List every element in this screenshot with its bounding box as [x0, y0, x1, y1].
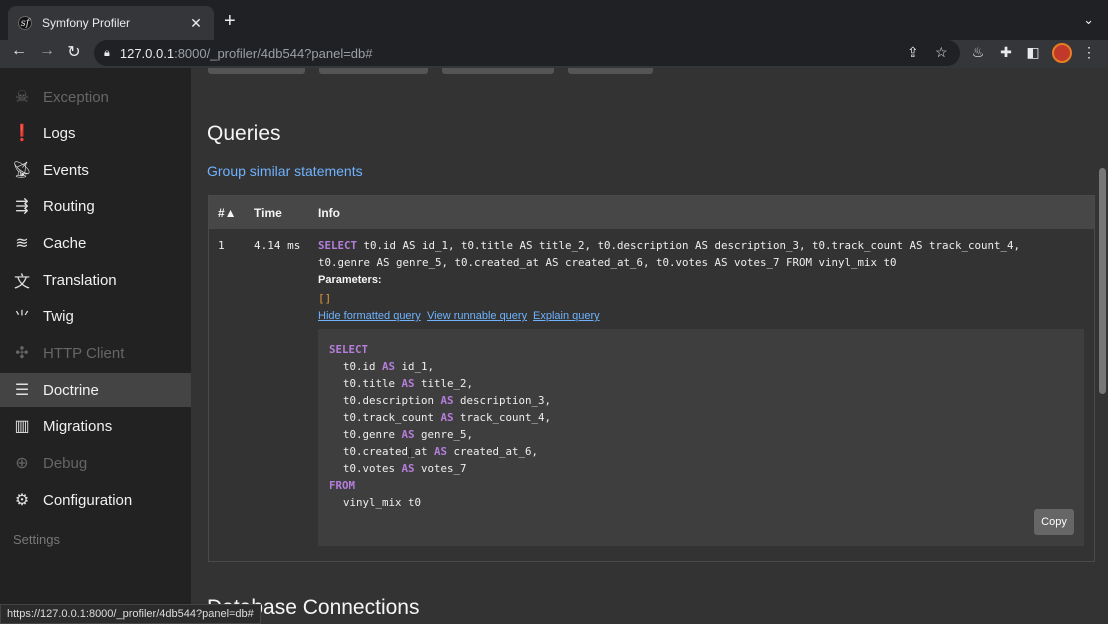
sidebar-item-label: Exception: [43, 88, 109, 106]
sidebar-item-label: HTTP Client: [43, 344, 125, 362]
settings-link[interactable]: Settings: [13, 532, 60, 547]
sidebar-item-label: Migrations: [43, 417, 113, 435]
sidebar-item-label: Routing: [43, 197, 95, 215]
code-line: t0.id AS id_1,: [343, 360, 435, 373]
view-runnable-query-link[interactable]: View runnable query: [427, 310, 527, 322]
browser-menu-icon[interactable]: ⋮: [1080, 44, 1098, 61]
browser-tab[interactable]: sf Symfony Profiler ✕: [8, 6, 214, 40]
profile-avatar[interactable]: [1052, 43, 1072, 63]
column-header-number[interactable]: #▲: [218, 206, 237, 220]
configuration-icon: ⚙: [14, 492, 30, 509]
sidebar-item-label: Events: [43, 161, 89, 179]
formatted-query-block: SELECT t0.id AS id_1, t0.title AS title_…: [318, 329, 1084, 546]
panel-tab-stub[interactable]: [442, 68, 554, 74]
profiler-sidebar: ☠ Exception ❗ Logs 📡︎ Events ⇶ Routing ≋…: [0, 68, 191, 624]
sidebar-item-http-client[interactable]: ✣ HTTP Client: [0, 336, 191, 370]
code-line: FROM: [329, 479, 356, 492]
code-line: t0.track_count AS track_count_4,: [343, 411, 552, 424]
browser-toolbar: ← → ↻ 🔒︎ 127.0.0.1:8000/_profiler/4db544…: [0, 40, 1108, 68]
sidebar-item-debug[interactable]: ⊕ Debug: [0, 446, 191, 480]
debug-icon: ⊕: [15, 455, 29, 472]
forward-arrow-icon[interactable]: →: [36, 42, 58, 60]
sidebar-item-routing[interactable]: ⇶ Routing: [0, 189, 191, 223]
sidebar-item-label: Translation: [43, 271, 117, 289]
main-panel: Queries Group similar statements #▲ Time…: [191, 68, 1108, 624]
lock-icon: 🔒︎: [104, 46, 110, 59]
share-icon[interactable]: ⇪: [907, 44, 919, 61]
new-tab-icon[interactable]: +: [224, 10, 236, 32]
sidebar-item-label: Debug: [43, 454, 88, 472]
sidebar-item-configuration[interactable]: ⚙ Configuration: [0, 483, 191, 517]
tab-close-icon[interactable]: ✕: [188, 15, 204, 32]
sidebar-item-doctrine[interactable]: ☰ Doctrine: [0, 373, 191, 407]
routing-icon: ⇶: [15, 198, 29, 215]
symfony-favicon-icon: sf: [18, 16, 32, 30]
tab-search-chevron-icon[interactable]: ⌄: [1083, 12, 1094, 28]
events-icon: 📡︎: [11, 162, 33, 179]
explain-query-link[interactable]: Explain query: [533, 310, 600, 322]
migrations-icon: ▥: [14, 418, 30, 435]
queries-heading: Queries: [207, 122, 281, 145]
translation-icon: 文: [13, 274, 30, 291]
bookmark-star-icon[interactable]: ☆: [935, 44, 948, 61]
code-line: t0.title AS title_2,: [343, 377, 474, 390]
doctrine-icon: ☰: [14, 382, 30, 399]
panel-tab-stub[interactable]: [319, 68, 428, 74]
parameters-value: []: [318, 292, 332, 305]
code-line: t0.genre AS genre_5,: [343, 428, 474, 441]
code-line: SELECT: [329, 343, 369, 356]
panel-tab-stub[interactable]: [568, 68, 653, 74]
column-header-time: Time: [254, 206, 282, 220]
sidebar-item-migrations[interactable]: ▥ Migrations: [0, 409, 191, 443]
panel-tab-stub[interactable]: [208, 68, 305, 74]
sidebar-item-logs[interactable]: ❗ Logs: [0, 116, 191, 150]
sidebar-item-label: Configuration: [43, 491, 133, 509]
sidebar-item-label: Twig: [43, 307, 74, 325]
logs-icon: ❗: [12, 125, 32, 142]
sidebar-item-translation[interactable]: 文 Translation: [0, 263, 191, 297]
sidebar-item-label: Logs: [43, 124, 76, 142]
sidebar-item-label: Doctrine: [43, 381, 99, 399]
code-line: t0.created_at AS created_at_6,: [343, 445, 539, 458]
twig-icon: ⺌: [13, 310, 30, 327]
sidebar-item-events[interactable]: 📡︎ Events: [0, 153, 191, 187]
hide-formatted-query-link[interactable]: Hide formatted query: [318, 310, 421, 322]
sidebar-item-cache[interactable]: ≋ Cache: [0, 226, 191, 260]
text-cursor-icon: I: [408, 445, 412, 461]
back-arrow-icon[interactable]: ←: [8, 42, 30, 60]
url-path: :8000/_profiler/4db544?panel=db#: [174, 45, 373, 61]
queries-table: #▲ Time Info 1 4.14 ms SELECT t0.id AS i…: [208, 195, 1095, 562]
sql-statement-line-2: t0.genre AS genre_5, t0.created_at AS cr…: [318, 256, 897, 269]
query-number: 1: [218, 239, 225, 252]
tab-title: Symfony Profiler: [42, 16, 131, 30]
extensions-puzzle-icon[interactable]: ✚: [997, 44, 1015, 61]
code-line: t0.description AS description_3,: [343, 394, 552, 407]
sql-statement-line-1: SELECT t0.id AS id_1, t0.title AS title_…: [318, 239, 1021, 252]
cache-icon: ≋: [15, 235, 29, 252]
group-similar-statements-link[interactable]: Group similar statements: [207, 163, 363, 179]
table-header: #▲ Time Info: [209, 196, 1094, 229]
sql-text: t0.id AS id_1, t0.title AS title_2, t0.d…: [363, 239, 1021, 252]
code-line: vinyl_mix t0: [343, 496, 422, 509]
browser-tab-bar: sf Symfony Profiler ✕ + ⌄: [0, 0, 1108, 40]
exception-icon: ☠: [14, 89, 30, 106]
reload-icon[interactable]: ↻: [63, 42, 85, 62]
http-client-icon: ✣: [15, 345, 29, 362]
copy-button[interactable]: Copy: [1034, 509, 1074, 535]
sidebar-item-label: Cache: [43, 234, 87, 252]
status-bar-url: https://127.0.0.1:8000/_profiler/4db544?…: [0, 604, 261, 624]
address-bar[interactable]: 🔒︎ 127.0.0.1:8000/_profiler/4db544?panel…: [94, 40, 960, 66]
parameters-label: Parameters:: [318, 274, 382, 286]
column-header-info: Info: [318, 206, 340, 220]
scrollbar-thumb[interactable]: [1099, 168, 1106, 394]
query-time: 4.14 ms: [254, 239, 301, 252]
url-host: 127.0.0.1: [119, 45, 175, 61]
sidebar-item-twig[interactable]: ⺌ Twig: [0, 299, 191, 333]
code-line: t0.votes AS votes_7: [343, 462, 467, 475]
sidebar-item-exception[interactable]: ☠ Exception: [0, 80, 191, 114]
extension-flame-icon[interactable]: ♨: [969, 44, 987, 61]
side-panel-icon[interactable]: ◧: [1024, 44, 1042, 61]
